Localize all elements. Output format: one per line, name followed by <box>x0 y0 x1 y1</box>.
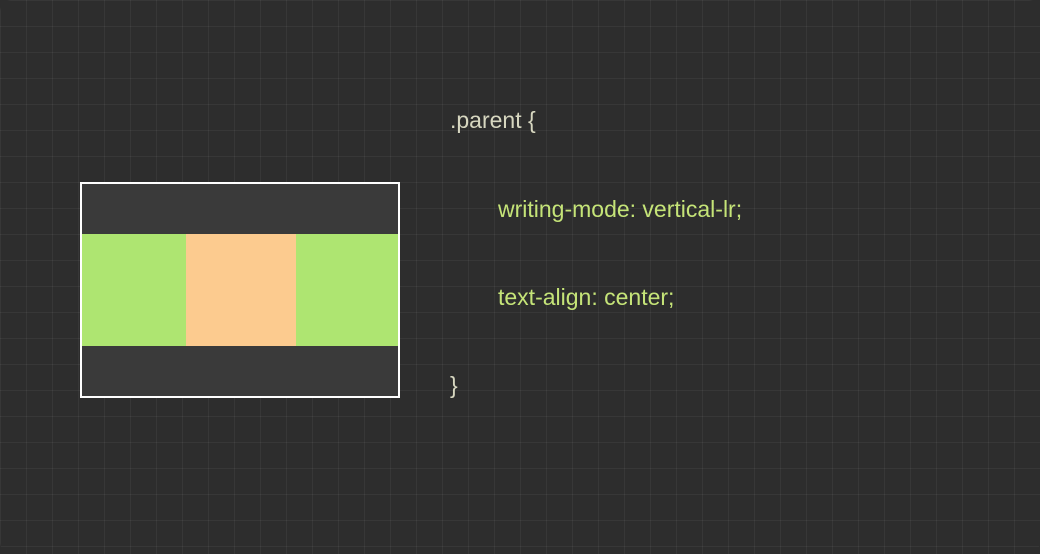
layout-diagram-middle <box>82 234 398 346</box>
css-code-block: .parent { writing-mode: vertical-lr; tex… <box>450 18 775 554</box>
parent-close: } <box>450 371 775 400</box>
layout-diagram-child <box>186 234 296 346</box>
parent-prop: writing-mode: vertical-lr; <box>450 195 742 224</box>
layout-diagram-parent <box>80 182 400 398</box>
parent-selector: .parent { <box>450 106 775 135</box>
parent-prop: text-align: center; <box>450 283 674 312</box>
